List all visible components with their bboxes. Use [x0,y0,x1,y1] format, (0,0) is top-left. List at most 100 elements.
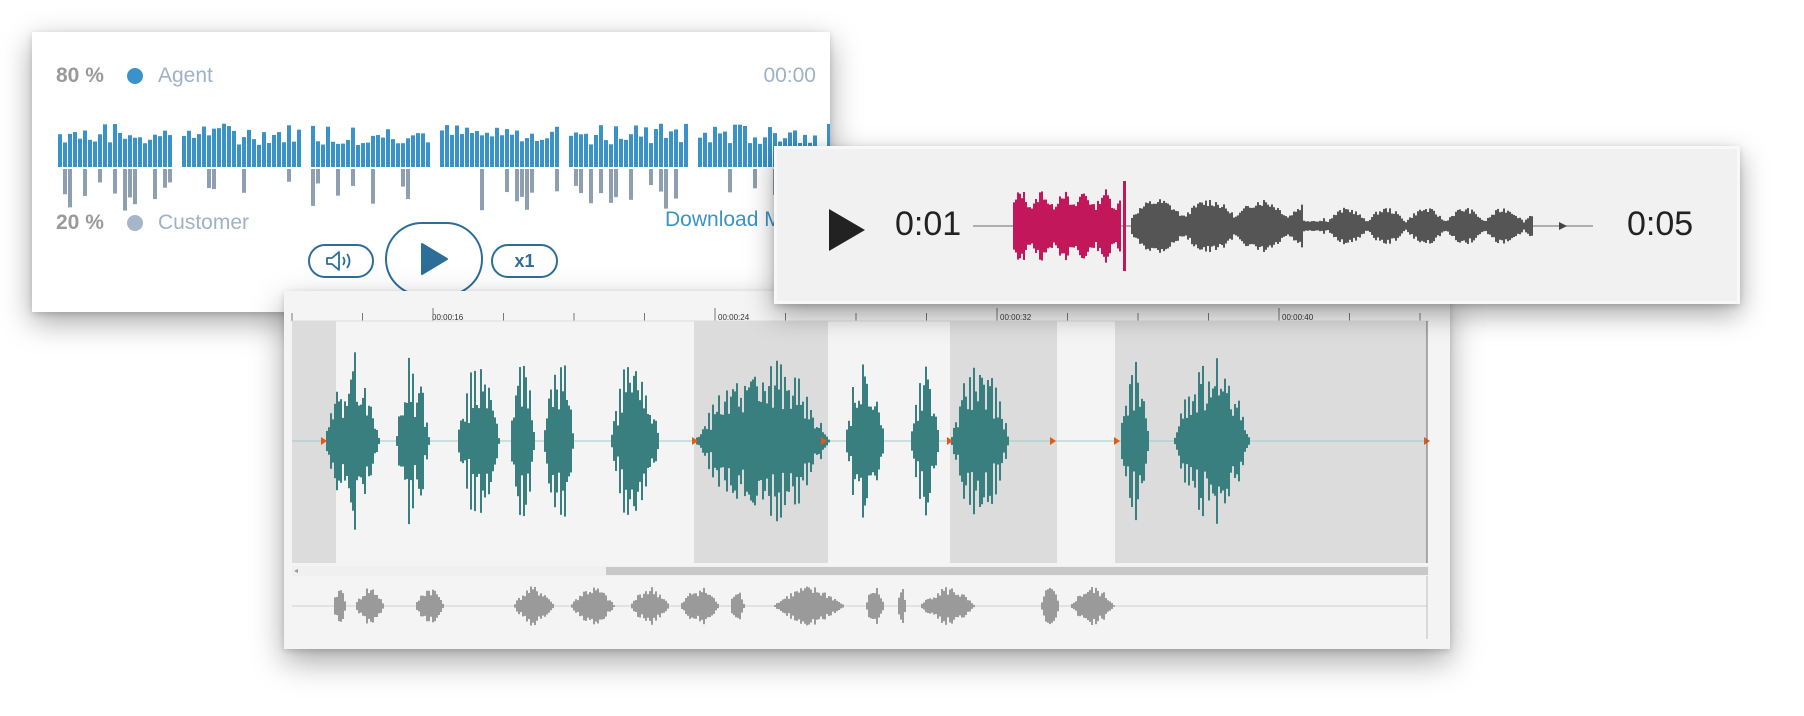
waveform-sample [1201,202,1203,250]
waveform-sample [1499,212,1501,240]
waveform-sample [342,417,344,465]
overview-sample [798,592,800,620]
waveform-sample [1193,205,1195,247]
scrollbar-thumb[interactable] [606,567,1428,575]
time-ruler[interactable]: 00:00:16 00:00:24 00:00:32 00:00:40 [290,308,1450,322]
waveform-sample [1487,217,1489,235]
waveform-sample [1047,203,1049,249]
play-button[interactable] [385,222,483,296]
customer-speech-bar [311,169,315,206]
waveform-sample [1447,220,1449,232]
timeline-waveform-canvas[interactable]: 00:00:16 00:00:24 00:00:32 00:00:40 [284,291,1450,649]
overview-sample [1099,596,1101,616]
download-link[interactable]: Download M [665,208,782,232]
waveform-sample [1213,206,1215,246]
waveform-sample [635,371,637,511]
playback-waveform[interactable] [973,179,1603,274]
playback-speed-button[interactable]: x1 [491,244,558,278]
waveform-sample [404,402,406,480]
overview-sample [366,588,368,624]
waveform-sample [858,400,860,482]
agent-speech-bar [311,125,315,167]
waveform-sample [1067,196,1069,256]
overview-sample [788,598,790,614]
play-icon[interactable] [827,207,867,253]
overview-sample [703,587,705,625]
overview-sample [796,591,798,621]
overview-sample [733,596,735,616]
agent-speech-bar [331,141,335,167]
overview-sample [420,595,422,617]
selection-region[interactable] [1115,321,1427,563]
agent-speech-bar [530,133,534,167]
agent-speech-bar [202,126,206,167]
agent-speech-bar [346,139,350,167]
overview-sample [693,593,695,619]
playhead-cursor[interactable] [1123,181,1126,271]
agent-speech-bar [336,143,340,167]
overview-sample [790,593,792,619]
overview-sample [933,597,935,615]
waveform-sample [1351,209,1353,243]
waveform-sample [1180,413,1182,469]
customer-speech-bar [242,169,246,193]
waveform-sample [1079,196,1081,256]
waveform-sample [1267,204,1269,248]
waveform-sample [1353,214,1355,238]
waveform-sample [784,376,786,506]
overview-sample [921,603,923,609]
overview-sample [735,594,737,618]
customer-speech-bar [515,169,519,202]
waveform-sample [921,410,923,472]
agent-speech-bar [584,133,588,167]
customer-speech-bar [574,169,578,186]
agent-speech-bar [98,134,102,167]
overview-sample [613,605,615,607]
waveform-sample [1167,203,1169,249]
waveform-sample [1013,202,1015,250]
overview-sample [1075,601,1077,611]
waveform-sample [1423,210,1425,242]
waveform-sample [730,396,732,486]
waveform-sample [1087,200,1089,252]
waveform-sample [649,414,651,468]
agent-speech-bar [505,129,509,167]
waveform-sample [1246,433,1248,449]
overview-sample [532,589,534,623]
agent-speech-bar [376,135,380,167]
waveform-sample [1208,381,1210,501]
agent-speech-bar [153,134,157,167]
volume-button[interactable] [308,244,374,278]
waveform-sample [1243,208,1245,244]
waveform-sample [754,376,756,506]
waveform-sample [1265,202,1267,250]
agent-speech-bar [684,123,688,167]
overview-sample [522,595,524,617]
waveform-sample [639,400,641,482]
waveform-sample [864,376,866,506]
overview-sample [927,599,929,613]
waveform-sample [1049,204,1051,248]
waveform-sample [1315,221,1317,231]
waveform-sample [350,379,352,503]
waveform-sample [1237,215,1239,237]
customer-speech-bar [336,169,340,196]
customer-speech-bar [401,169,405,187]
overview-sample [550,601,552,611]
waveform-sample [1202,365,1204,517]
customer-speech-bar [68,169,72,208]
agent-speech-bar [609,144,613,167]
waveform-sample [1240,420,1242,462]
overview-sample [432,589,434,623]
waveform-sample [752,379,754,503]
waveform-sample [1125,405,1127,477]
waveform-sample [704,426,706,456]
waveform-sample [474,370,476,512]
waveform-sample [1525,219,1527,233]
agent-speech-bar [440,130,444,167]
agent-speech-bar [708,142,712,167]
agent-speech-bar [83,130,87,167]
overview-sample [876,588,878,624]
overview-sample [949,589,951,623]
waveform-sample [566,399,568,483]
